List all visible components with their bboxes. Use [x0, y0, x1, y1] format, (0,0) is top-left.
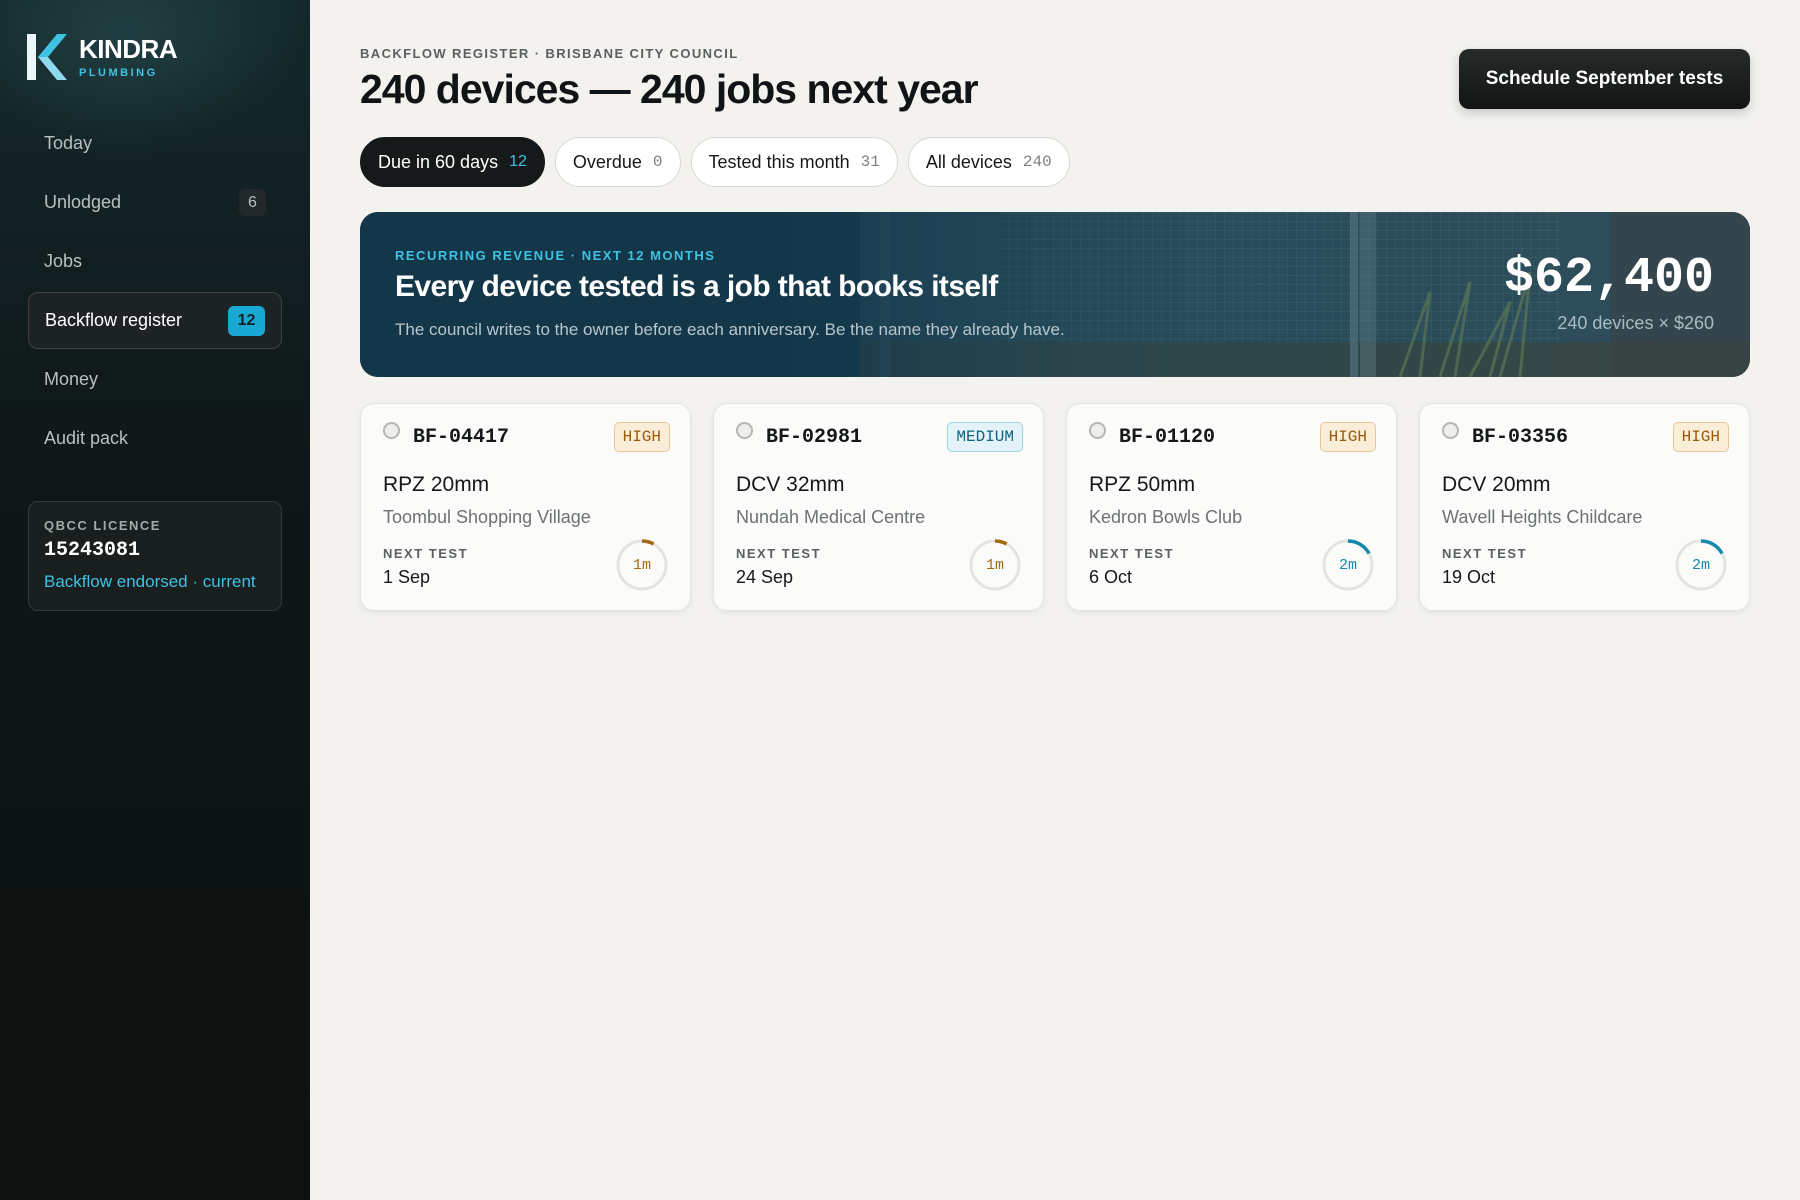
kindra-k-icon: [27, 34, 67, 80]
page-title: 240 devices — 240 jobs next year: [360, 66, 979, 112]
due-in-label: 1m: [985, 556, 1004, 574]
banner-description: The council writes to the owner before e…: [395, 320, 1065, 339]
breadcrumb: BACKFLOW REGISTER · BRISBANE CITY COUNCI…: [360, 46, 739, 61]
filter-count: 240: [1022, 153, 1052, 171]
device-cards: BF-04417 HIGH RPZ 20mm Toombul Shopping …: [360, 403, 1750, 611]
next-test-label: NEXT TEST: [383, 546, 469, 561]
filter-overdue[interactable]: Overdue 0: [554, 137, 681, 187]
backflow-count-badge: 12: [228, 305, 265, 336]
sidebar-item-unlodged[interactable]: Unlodged 6: [28, 174, 282, 231]
device-type: DCV 20mm: [1442, 473, 1551, 496]
device-site: Nundah Medical Centre: [736, 507, 926, 527]
banner-title: Every device tested is a job that books …: [395, 270, 998, 303]
risk-badge: HIGH: [1672, 422, 1729, 452]
filter-chips: Due in 60 days 12 Overdue 0 Tested this …: [360, 137, 1070, 187]
unlodged-count-badge: 6: [239, 189, 266, 216]
select-radio[interactable]: [383, 422, 400, 439]
sidebar-item-label: Today: [44, 133, 93, 153]
risk-badge: MEDIUM: [947, 422, 1023, 452]
due-in-label: 2m: [1691, 556, 1710, 574]
next-test-label: NEXT TEST: [1442, 546, 1528, 561]
sidebar-item-label: Unlodged: [44, 192, 122, 212]
next-test-date: 6 Oct: [1089, 567, 1133, 587]
sidebar-nav: Today Unlodged 6 Jobs Backflow register …: [28, 115, 282, 469]
next-test-date: 1 Sep: [383, 567, 431, 587]
brand-logo[interactable]: KINDRA PLUMBING: [27, 34, 178, 80]
revenue-amount: $62,400: [1503, 250, 1714, 307]
brand-subtitle: PLUMBING: [79, 67, 158, 79]
licence-status: Backflow endorsed · current: [44, 572, 256, 591]
device-id: BF-04417: [413, 426, 510, 449]
filter-label: All devices: [925, 151, 1012, 172]
select-radio[interactable]: [1442, 422, 1459, 439]
sidebar-item-label: Jobs: [44, 251, 83, 271]
sidebar-item-audit-pack[interactable]: Audit pack: [28, 410, 282, 467]
filter-count: 0: [652, 153, 663, 171]
due-in-label: 2m: [1338, 556, 1357, 574]
select-radio[interactable]: [1089, 422, 1106, 439]
device-card[interactable]: BF-02981 MEDIUM DCV 32mm Nundah Medical …: [713, 403, 1044, 611]
risk-badge: HIGH: [613, 422, 670, 452]
revenue-banner: RECURRING REVENUE · NEXT 12 MONTHS Every…: [360, 212, 1750, 377]
sidebar-item-jobs[interactable]: Jobs: [28, 233, 282, 290]
licence-label: QBCC LICENCE: [44, 518, 161, 533]
sidebar-item-label: Backflow register: [45, 310, 183, 330]
filter-label: Due in 60 days: [378, 151, 499, 172]
due-in-label: 1m: [632, 556, 651, 574]
filter-label: Overdue: [572, 151, 642, 172]
risk-badge: HIGH: [1319, 422, 1376, 452]
device-site: Kedron Bowls Club: [1089, 507, 1243, 527]
filter-all-devices[interactable]: All devices 240: [907, 137, 1070, 187]
device-id: BF-02981: [766, 426, 863, 449]
brand-name: KINDRA: [79, 34, 178, 64]
device-card[interactable]: BF-03356 HIGH DCV 20mm Wavell Heights Ch…: [1419, 403, 1750, 611]
filter-label: Tested this month: [708, 151, 850, 172]
device-id: BF-01120: [1119, 426, 1216, 449]
licence-card: QBCC LICENCE 15243081 Backflow endorsed …: [28, 501, 282, 611]
sidebar-item-backflow-register[interactable]: Backflow register 12: [28, 292, 282, 349]
filter-due-60-days[interactable]: Due in 60 days 12: [360, 137, 545, 187]
filter-count: 12: [509, 153, 527, 170]
next-test-date: 19 Oct: [1442, 567, 1496, 587]
next-test-label: NEXT TEST: [736, 546, 822, 561]
device-type: RPZ 20mm: [383, 473, 490, 496]
revenue-calculation: 240 devices × $260: [1557, 313, 1714, 333]
device-site: Toombul Shopping Village: [383, 507, 591, 527]
filter-tested-this-month[interactable]: Tested this month 31: [690, 137, 898, 187]
device-type: DCV 32mm: [736, 473, 845, 496]
device-card[interactable]: BF-04417 HIGH RPZ 20mm Toombul Shopping …: [360, 403, 691, 611]
next-test-label: NEXT TEST: [1089, 546, 1175, 561]
sidebar-item-money[interactable]: Money: [28, 351, 282, 408]
select-radio[interactable]: [736, 422, 753, 439]
banner-tag: RECURRING REVENUE · NEXT 12 MONTHS: [395, 248, 716, 263]
device-id: BF-03356: [1472, 426, 1569, 449]
device-site: Wavell Heights Childcare: [1442, 507, 1643, 527]
schedule-tests-button[interactable]: Schedule September tests: [1459, 49, 1750, 109]
sidebar-item-label: Money: [44, 369, 99, 389]
device-type: RPZ 50mm: [1089, 473, 1196, 496]
sidebar-item-label: Audit pack: [44, 428, 129, 448]
sidebar-item-today[interactable]: Today: [28, 115, 282, 172]
filter-count: 31: [860, 153, 880, 171]
licence-number: 15243081: [44, 539, 141, 562]
next-test-date: 24 Sep: [736, 567, 794, 587]
sidebar: KINDRA PLUMBING Today Unlodged 6 Jobs Ba…: [0, 0, 310, 1200]
device-card[interactable]: BF-01120 HIGH RPZ 50mm Kedron Bowls Club…: [1066, 403, 1397, 611]
